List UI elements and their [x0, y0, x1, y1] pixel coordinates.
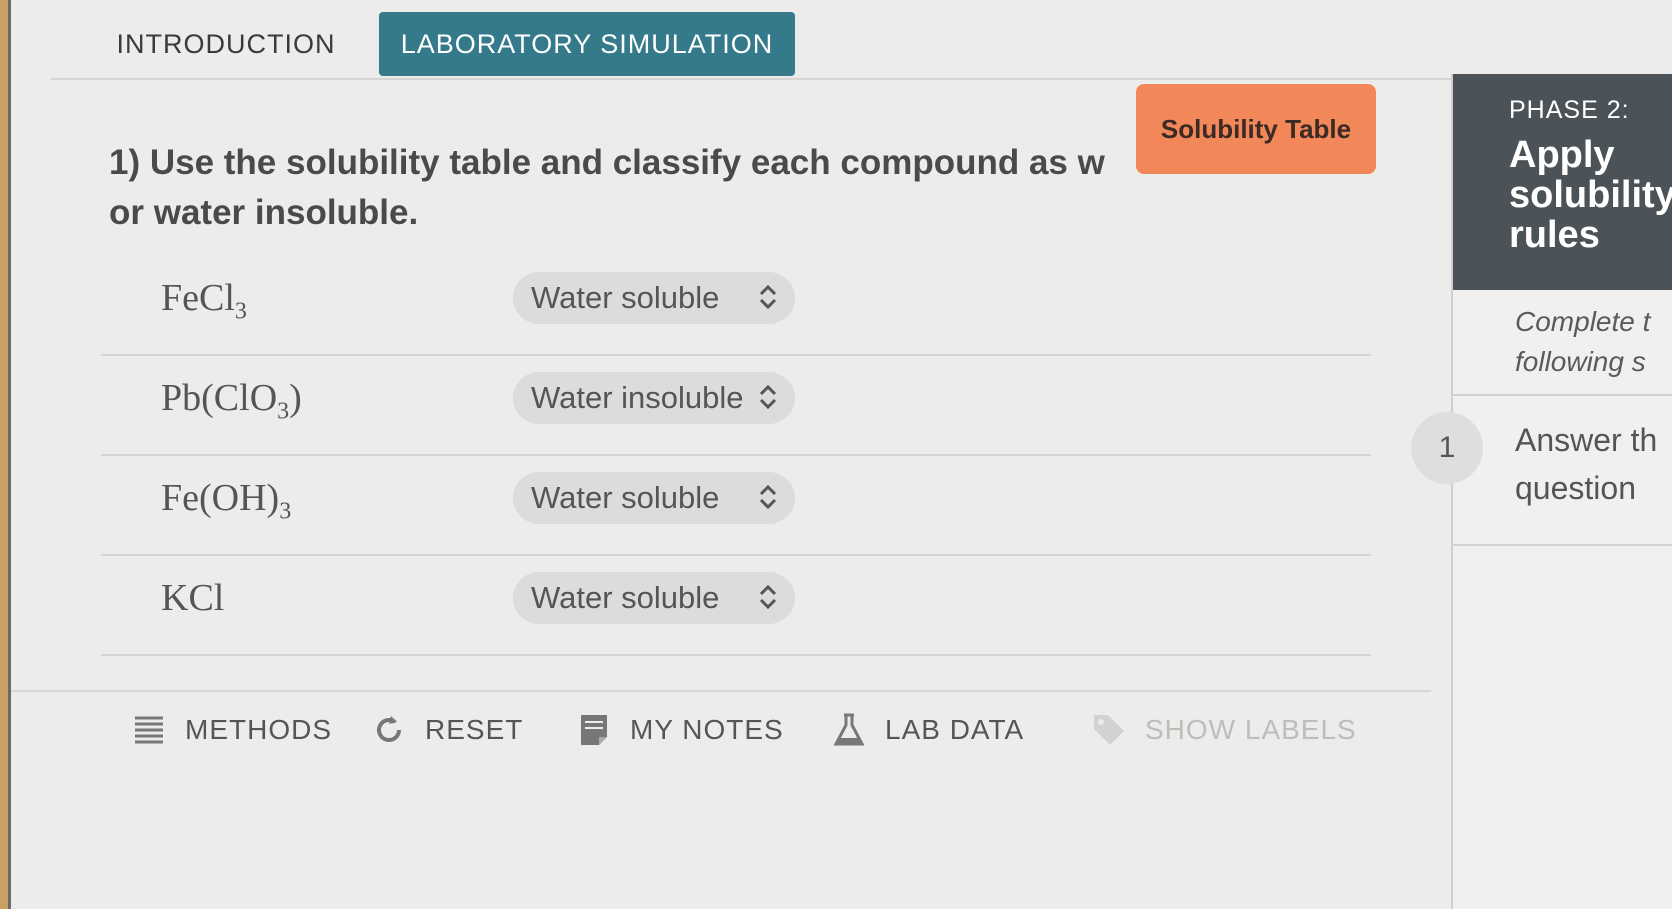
- methods-button[interactable]: METHODS: [131, 712, 332, 748]
- phase-panel: PHASE 2: Apply solubility rules Complete…: [1451, 74, 1672, 909]
- solubility-select[interactable]: Water soluble: [513, 572, 795, 624]
- tag-icon: [1094, 715, 1124, 745]
- flask-icon: [833, 713, 865, 746]
- compound-formula: KCl: [161, 577, 225, 619]
- tab-introduction[interactable]: INTRODUCTION: [111, 12, 341, 76]
- compound-row: Pb(ClO3) Water insoluble: [101, 350, 1371, 456]
- reset-button[interactable]: RESET: [371, 712, 523, 748]
- show-labels-label: SHOW LABELS: [1145, 714, 1357, 745]
- my-notes-button[interactable]: MY NOTES: [576, 712, 784, 748]
- methods-label: METHODS: [185, 714, 332, 745]
- select-value: Water soluble: [531, 480, 720, 515]
- step-task: Answer th question: [1515, 422, 1658, 506]
- compound-row: FeCl3 Water soluble: [101, 250, 1371, 356]
- list-icon: [135, 716, 163, 744]
- lab-data-label: LAB DATA: [885, 714, 1025, 745]
- show-labels-button[interactable]: SHOW LABELS: [1091, 712, 1357, 748]
- phase-description: Complete t following s: [1515, 306, 1651, 377]
- tab-laboratory-simulation[interactable]: LABORATORY SIMULATION: [379, 12, 795, 76]
- reset-label: RESET: [425, 714, 524, 745]
- question-text: 1) Use the solubility table and classify…: [109, 143, 1105, 232]
- divider: [1453, 544, 1672, 546]
- solubility-select[interactable]: Water insoluble: [513, 372, 795, 424]
- lab-screen: INTRODUCTION LABORATORY SIMULATION 1) Us…: [8, 0, 1672, 909]
- compound-row: Fe(OH)3 Water soluble: [101, 450, 1371, 556]
- lab-data-button[interactable]: LAB DATA: [831, 712, 1024, 748]
- chevron-up-down-icon: [759, 384, 777, 410]
- step-number-badge[interactable]: 1: [1411, 412, 1483, 484]
- solubility-select[interactable]: Water soluble: [513, 472, 795, 524]
- select-value: Water soluble: [531, 580, 720, 615]
- solubility-table-button[interactable]: Solubility Table: [1136, 84, 1376, 174]
- tab-bar: INTRODUCTION LABORATORY SIMULATION: [51, 0, 1672, 80]
- compound-formula: Fe(OH)3: [161, 477, 292, 525]
- select-value: Water soluble: [531, 280, 720, 315]
- chevron-up-down-icon: [759, 484, 777, 510]
- phase-label: PHASE 2:: [1509, 96, 1630, 124]
- divider: [1453, 394, 1672, 396]
- reset-icon: [377, 716, 401, 742]
- compound-formula: FeCl3: [161, 277, 247, 325]
- notes-icon: [581, 715, 607, 745]
- phase-title: Apply solubility rules: [1509, 134, 1672, 256]
- bottom-toolbar: METHODS RESET MY NOTES LAB DATA SHOW LAB…: [11, 690, 1431, 782]
- chevron-up-down-icon: [759, 584, 777, 610]
- compound-row: KCl Water soluble: [101, 550, 1371, 656]
- compound-formula: Pb(ClO3): [161, 377, 302, 425]
- phase-header: PHASE 2: Apply solubility rules: [1453, 74, 1672, 290]
- select-value: Water insoluble: [531, 380, 744, 415]
- chevron-up-down-icon: [759, 284, 777, 310]
- my-notes-label: MY NOTES: [630, 714, 784, 745]
- solubility-select[interactable]: Water soluble: [513, 272, 795, 324]
